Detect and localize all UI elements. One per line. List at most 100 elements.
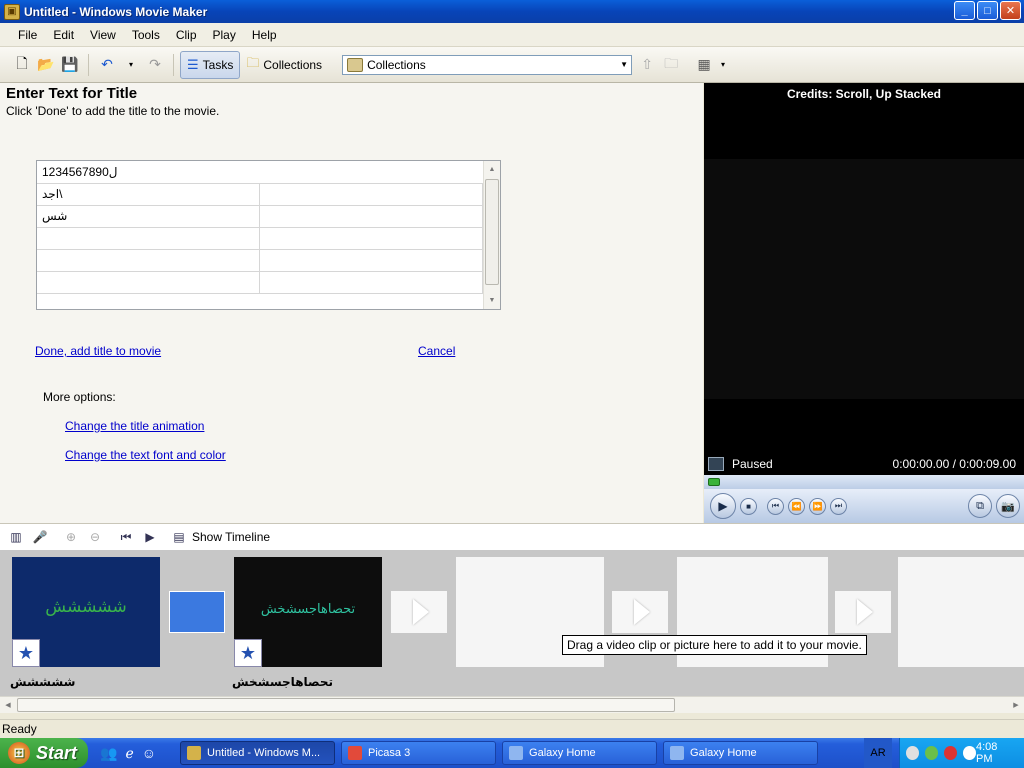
seek-bar[interactable] [704,475,1024,489]
empty-clip-slot[interactable] [898,557,1024,667]
scroll-left-icon[interactable]: ◀ [0,697,16,713]
monitor-icon [708,457,724,471]
effect-star-icon: ★ [12,639,40,667]
playback-time: 0:00:00.00 / 0:00:09.00 [892,457,1016,471]
transition-slot[interactable] [612,591,668,633]
minimize-button[interactable]: _ [954,1,975,20]
title-text-cell[interactable]: 1234567890ل [37,161,483,184]
views-icon[interactable]: ▦ [695,56,713,74]
save-project-icon[interactable]: 💾 [61,56,79,74]
toolbar-separator [88,53,89,76]
internet-explorer-icon[interactable]: ℯ [125,745,133,762]
change-font-color-link[interactable]: Change the text font and color [65,448,226,462]
narrate-timeline-icon[interactable]: 🎤 [31,528,49,546]
menu-play[interactable]: Play [205,28,244,42]
collections-button[interactable]: 🗀 Collections [240,51,328,79]
taskbar-button-picasa[interactable]: Picasa 3 [341,741,497,765]
seek-slider-handle[interactable] [708,478,720,486]
set-audio-levels-icon[interactable]: ▥ [7,528,25,546]
fast-forward-icon[interactable]: ⏩ [809,497,826,515]
menu-edit[interactable]: Edit [45,28,82,42]
redo-icon[interactable]: ↷ [146,56,164,74]
start-label: Start [36,742,78,763]
title-text-cell[interactable]: اجد\ [37,183,261,206]
close-button[interactable]: ✕ [1000,1,1021,20]
cancel-link[interactable]: Cancel [418,344,455,358]
start-button[interactable]: ⊞ Start [0,738,88,768]
taskbar-button-movie-maker[interactable]: Untitled - Windows M... [180,741,336,765]
play-icon[interactable]: ▶ [710,493,736,519]
storyboard-clip[interactable]: تحصاهاجسشخش ★ [234,557,382,667]
menu-file[interactable]: File [10,28,45,42]
storyboard-scrollbar[interactable]: ◀ ▶ [0,696,1024,713]
title-text-cell[interactable] [259,227,483,250]
rewind-icon[interactable]: ⏪ [788,497,805,515]
title-text-cell[interactable]: شس [37,205,261,228]
views-dropdown-icon[interactable]: ▾ [719,56,727,74]
up-folder-icon[interactable]: ⇧ [638,56,656,74]
title-text-cell[interactable] [259,205,483,228]
menu-view[interactable]: View [82,28,124,42]
scroll-down-icon[interactable]: ▼ [484,292,500,309]
title-text-cell[interactable] [259,249,483,272]
taskbar-button-galaxy-home[interactable]: Galaxy Home [502,741,658,765]
title-text-cell[interactable] [37,227,261,250]
window-title: Untitled - Windows Movie Maker [24,4,208,19]
transition-slot[interactable] [391,591,447,633]
collections-dropdown[interactable]: Collections ▼ [342,54,633,75]
title-text-cell[interactable] [259,271,483,294]
menu-tools[interactable]: Tools [124,28,168,42]
change-title-animation-link[interactable]: Change the title animation [65,419,204,433]
done-add-title-link[interactable]: Done, add title to movie [35,344,161,358]
previous-frame-icon[interactable]: ⏮ [767,497,784,515]
tray-security-icon[interactable] [944,746,957,760]
chevron-down-icon[interactable]: ▼ [617,56,631,74]
title-text-grid[interactable]: 1234567890ل اجد\ شس ▲ ▼ [36,160,501,310]
tray-volume-icon[interactable] [963,746,976,760]
rewind-storyboard-icon[interactable]: ⏮ [117,528,135,546]
storyboard-clip[interactable]: ششششش ★ [12,557,160,667]
undo-dropdown-icon[interactable]: ▾ [122,56,140,74]
title-text-cell[interactable] [37,249,261,272]
title-text-cell[interactable] [37,271,261,294]
menu-help[interactable]: Help [244,28,285,42]
zoom-out-icon[interactable]: ⊖ [86,528,104,546]
table-row [37,227,483,250]
new-folder-icon[interactable]: 🗀 [662,55,680,74]
scrollbar-thumb[interactable] [485,179,499,285]
undo-icon[interactable]: ↶ [98,56,116,74]
monitor-title: Credits: Scroll, Up Stacked [786,87,942,101]
grid-scrollbar[interactable]: ▲ ▼ [483,161,500,309]
stop-icon[interactable]: ■ [740,497,757,515]
title-text-cell[interactable] [259,183,483,206]
scroll-right-icon[interactable]: ▶ [1008,697,1024,713]
table-row [37,249,483,272]
play-storyboard-icon[interactable]: ▶ [141,528,159,546]
clip-label: ششششش [10,675,76,689]
folder-icon: 🗀 [246,54,260,70]
take-picture-icon[interactable]: 📷 [996,494,1020,518]
tasks-button[interactable]: ☰ Tasks [180,50,241,79]
scroll-up-icon[interactable]: ▲ [484,161,500,178]
zoom-in-icon[interactable]: ⊕ [62,528,80,546]
effect-star-icon: ★ [234,639,262,667]
scrollbar-thumb[interactable] [17,698,675,712]
page-title: Enter Text for Title [6,85,138,102]
tray-network-icon[interactable] [925,746,938,760]
open-project-icon[interactable]: 📂 [37,56,55,74]
language-bar[interactable]: AR [864,738,892,768]
smiley-icon[interactable]: ☺ [142,745,156,761]
taskbar-button-galaxy-home[interactable]: Galaxy Home [663,741,819,765]
messenger-icon[interactable]: 👥 [100,745,117,762]
next-frame-icon[interactable]: ⏭ [830,497,847,515]
new-project-icon[interactable]: 🗋 [13,55,31,74]
transition-slot[interactable] [835,591,891,633]
split-clip-icon[interactable]: ⧉ [968,494,992,518]
windows-taskbar: ⊞ Start 👥 ℯ ☺ Untitled - Windows M... Pi… [0,738,1024,768]
taskbar-button-label: Galaxy Home [529,747,596,759]
tray-app-icon[interactable] [906,746,919,760]
menu-clip[interactable]: Clip [168,28,205,42]
transition-slot[interactable] [169,591,225,633]
maximize-button[interactable]: □ [977,1,998,20]
show-timeline-button[interactable]: ▤ Show Timeline [170,528,270,546]
